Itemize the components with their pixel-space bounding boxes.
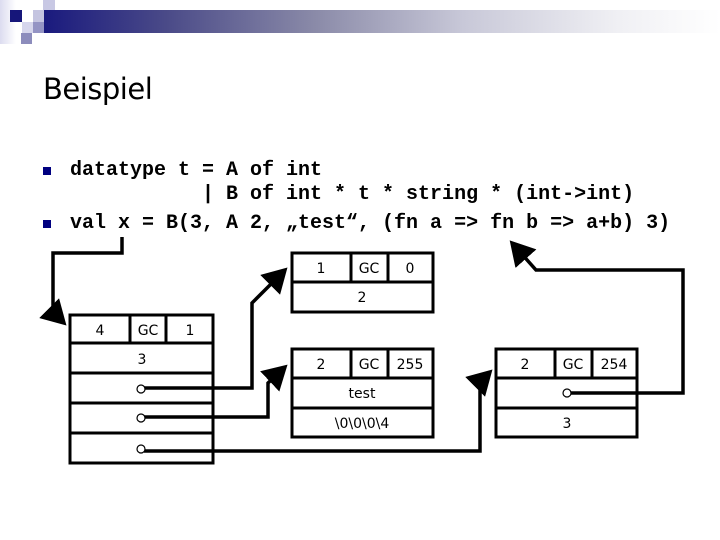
block-string-gc: GC bbox=[359, 357, 380, 373]
pointer-val-x-to-block-b bbox=[39, 237, 124, 326]
block-string-tag: 2 bbox=[317, 357, 326, 373]
block-a-size: 0 bbox=[406, 261, 415, 277]
pointer-row4-to-block-closure bbox=[144, 369, 493, 453]
block-closure-gc: GC bbox=[563, 357, 584, 373]
block-closure-size: 254 bbox=[601, 357, 628, 373]
pointer-origin-icon bbox=[136, 384, 146, 394]
pointer-origin-icon bbox=[562, 388, 572, 398]
block-b-gc: GC bbox=[138, 323, 159, 339]
block-a-tag: 1 bbox=[317, 261, 326, 277]
block-closure-env-value: 3 bbox=[563, 416, 572, 432]
pointer-origin-icon bbox=[136, 413, 146, 423]
block-a-gc: GC bbox=[359, 261, 380, 277]
block-b-field-int: 3 bbox=[138, 352, 147, 368]
block-a-field: 2 bbox=[358, 290, 367, 306]
block-b-size: 1 bbox=[186, 323, 195, 339]
block-string-padding: \0\0\0\4 bbox=[335, 416, 390, 432]
block-string-text: test bbox=[349, 386, 376, 402]
memory-diagram: 4 GC 1 3 1 GC 0 2 2 GC 255 test \0\0\0\4… bbox=[39, 237, 685, 465]
pointer-closure-to-fn-b bbox=[509, 240, 685, 395]
block-closure-tag: 2 bbox=[521, 357, 530, 373]
block-string-size: 255 bbox=[397, 357, 424, 373]
pointer-origin-icon bbox=[136, 444, 146, 454]
block-b-tag: 4 bbox=[96, 323, 105, 339]
